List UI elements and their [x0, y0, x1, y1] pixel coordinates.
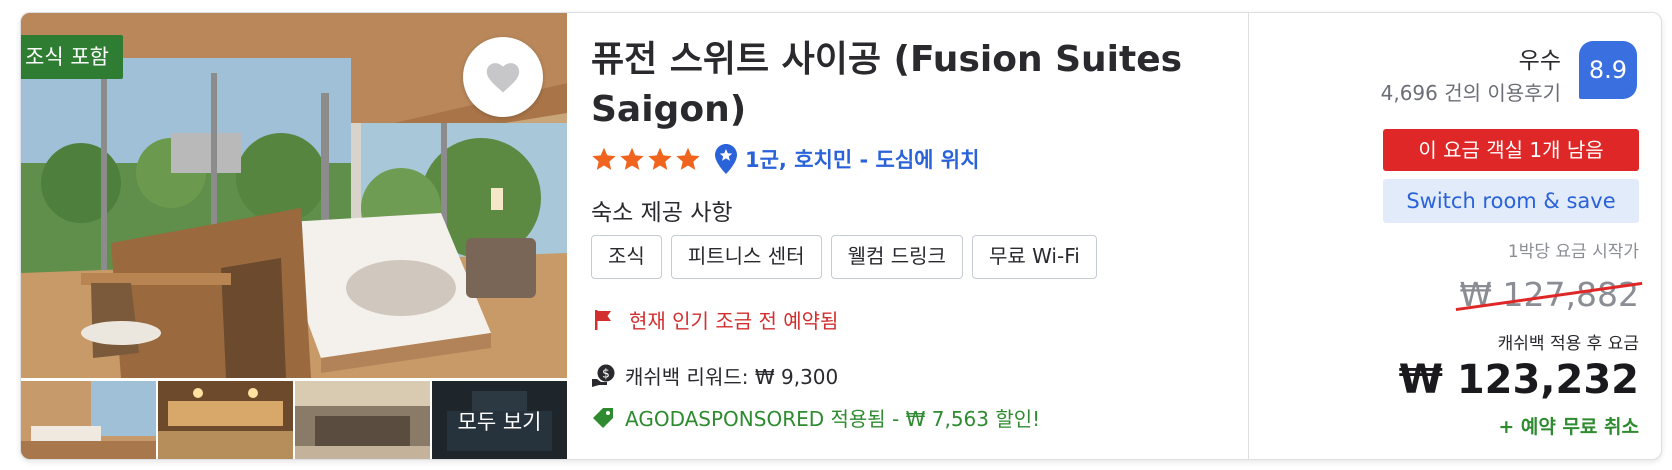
- amenity-chip-wifi: 무료 Wi-Fi: [971, 235, 1097, 279]
- tag-icon: [593, 407, 613, 428]
- original-price: ₩ 127,882: [1456, 275, 1643, 314]
- final-price[interactable]: ₩ 123,232: [1399, 357, 1639, 403]
- cashback-icon: $: [592, 364, 615, 387]
- urgency-message: 현재 인기 조금 전 예약됨: [591, 305, 838, 334]
- star-icon: [592, 147, 616, 170]
- review-rating-word: 우수: [1518, 48, 1561, 74]
- rooms-left-banner: 이 요금 객실 1개 남음: [1383, 129, 1639, 171]
- star-icon: [620, 147, 644, 170]
- price-panel: 우수 4,696 건의 이용후기 8.9 이 요금 객실 1개 남음 Switc…: [1249, 13, 1661, 459]
- thumbnail-view-all[interactable]: 모두 보기: [432, 381, 567, 459]
- svg-text:$: $: [602, 366, 610, 380]
- star-icon: [648, 147, 672, 170]
- amenity-list: 조식 피트니스 센터 웰컴 드링크 무료 Wi-Fi: [591, 235, 1097, 279]
- map-pin-icon: [715, 144, 737, 174]
- cashback-reward: $ 캐쉬백 리워드: ₩ 9,300: [591, 361, 838, 390]
- switch-room-button[interactable]: Switch room & save: [1383, 179, 1639, 223]
- review-score-badge: 8.9: [1579, 41, 1637, 99]
- cashback-text: 캐쉬백 리워드: ₩ 9,300: [625, 365, 839, 389]
- amenities-title: 숙소 제공 사항: [591, 200, 733, 226]
- thumbnail-lobby[interactable]: [295, 381, 430, 459]
- favorite-button[interactable]: [463, 37, 543, 117]
- coupon-applied: AGODASPONSORED 적용됨 - ₩ 7,563 할인!: [591, 403, 1040, 432]
- hotel-info: 퓨전 스위트 사이공 (Fusion Suites Saigon) 1군, 호치…: [591, 13, 1231, 459]
- location-link[interactable]: 1군, 호치민 - 도심에 위치: [745, 144, 979, 174]
- thumbnail-restaurant[interactable]: [158, 381, 293, 459]
- hotel-media: 조식 포함 모두 보기: [21, 13, 567, 459]
- hotel-card[interactable]: 조식 포함 모두 보기 퓨전 스위트 사이공 (Fusion Suites Sa…: [20, 12, 1662, 460]
- after-cashback-label: 캐쉬백 적용 후 요금: [1497, 334, 1639, 354]
- urgency-text: 현재 인기 조금 전 예약됨: [629, 309, 839, 333]
- heart-icon: [486, 63, 520, 93]
- price-from-label: 1박당 요금 시작가: [1507, 242, 1639, 262]
- star-icon: [676, 147, 700, 170]
- thumbnail-room[interactable]: [21, 381, 156, 459]
- breakfast-included-badge: 조식 포함: [21, 35, 123, 79]
- hotel-name[interactable]: 퓨전 스위트 사이공 (Fusion Suites Saigon): [591, 35, 1201, 135]
- view-all-photos-label[interactable]: 모두 보기: [432, 381, 567, 459]
- free-cancellation: + 예약 무료 취소: [1498, 416, 1639, 438]
- review-count[interactable]: 4,696 건의 이용후기: [1381, 77, 1561, 106]
- thumbnail-strip: 모두 보기: [21, 381, 567, 459]
- flag-icon: [595, 309, 611, 330]
- star-rating: [591, 146, 701, 172]
- amenity-chip-welcome-drink: 웰컴 드링크: [830, 235, 963, 279]
- amenity-chip-breakfast: 조식: [591, 235, 662, 279]
- coupon-text: AGODASPONSORED 적용됨 - ₩ 7,563 할인!: [625, 407, 1041, 431]
- amenity-chip-fitness: 피트니스 센터: [670, 235, 822, 279]
- rating-location-row: 1군, 호치민 - 도심에 위치: [591, 141, 979, 177]
